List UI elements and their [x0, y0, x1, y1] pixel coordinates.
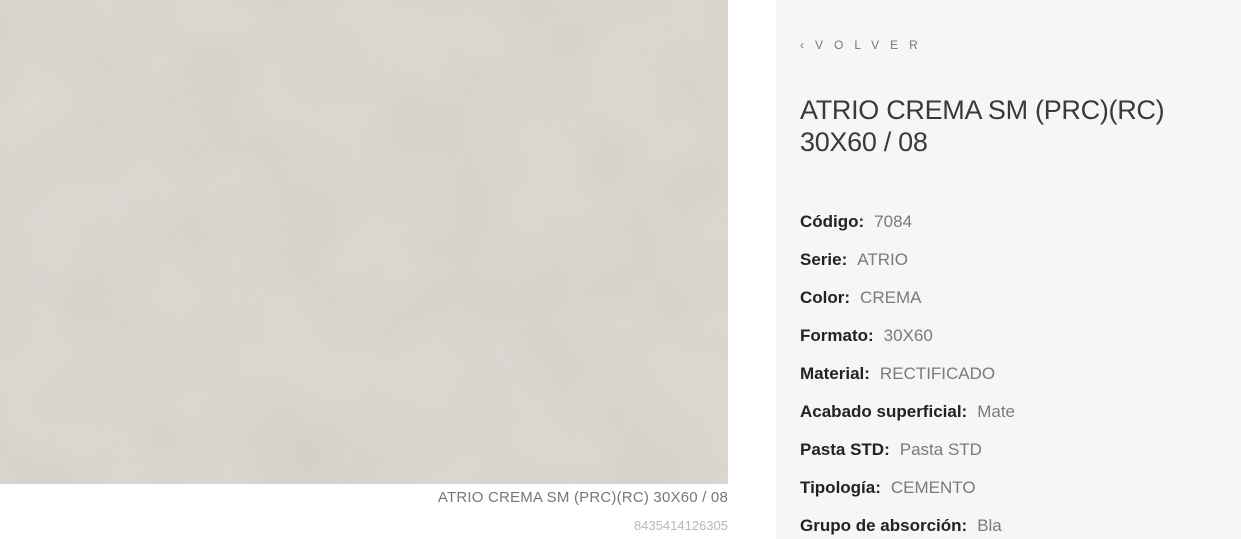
spec-value: Mate: [977, 402, 1016, 421]
spec-label: Material:: [800, 364, 870, 383]
spec-value: CREMA: [860, 288, 922, 307]
spec-label: Serie:: [800, 250, 848, 269]
spec-label: Formato:: [800, 326, 874, 345]
spec-label: Tipología:: [800, 478, 881, 497]
spec-value: ATRIO: [857, 250, 908, 269]
product-title: ATRIO CREMA SM (PRC)(RC) 30X60 / 08: [800, 95, 1165, 157]
spec-row-color: Color: CREMA: [800, 286, 1015, 324]
spec-label: Grupo de absorción:: [800, 516, 968, 535]
image-caption-ean: 8435414126305: [634, 518, 728, 533]
spec-row-material: Material: RECTIFICADO: [800, 362, 1015, 400]
image-caption-title: ATRIO CREMA SM (PRC)(RC) 30X60 / 08: [437, 489, 728, 506]
spec-row-pasta: Pasta STD: Pasta STD: [800, 438, 1015, 476]
spec-list: Código: 7084 Serie: ATRIO Color: CREMA Form…: [800, 210, 1015, 539]
spec-row-formato: Formato: 30X60: [800, 324, 1015, 362]
spec-label: Pasta STD:: [800, 440, 890, 459]
spec-row-acabado: Acabado superficial: Mate: [800, 400, 1015, 438]
spec-row-codigo: Código: 7084: [800, 210, 1015, 248]
product-tile-image: [0, 0, 728, 484]
spec-row-serie: Serie: ATRIO: [800, 248, 1015, 286]
spec-value: Bla: [977, 516, 1002, 535]
spec-value: Pasta STD: [899, 440, 982, 459]
back-link-label: VOLVER: [815, 38, 929, 52]
product-detail-page: ATRIO CREMA SM (PRC)(RC) 30X60 / 08 8435…: [0, 0, 1241, 539]
spec-label: Acabado superficial:: [800, 402, 968, 421]
spec-label: Color:: [800, 288, 851, 307]
back-link[interactable]: ‹VOLVER: [800, 38, 929, 52]
spec-row-tipologia: Tipología: CEMENTO: [800, 476, 1015, 514]
spec-value: 7084: [874, 212, 913, 231]
product-detail-panel: ‹VOLVER ATRIO CREMA SM (PRC)(RC) 30X60 /…: [776, 0, 1241, 539]
spec-label: Código:: [800, 212, 865, 231]
spec-row-grupo-absorcion: Grupo de absorción: Bla: [800, 514, 1015, 539]
spec-value: RECTIFICADO: [879, 364, 996, 383]
chevron-left-icon: ‹: [800, 38, 815, 52]
spec-value: 30X60: [883, 326, 933, 345]
spec-value: CEMENTO: [890, 478, 976, 497]
